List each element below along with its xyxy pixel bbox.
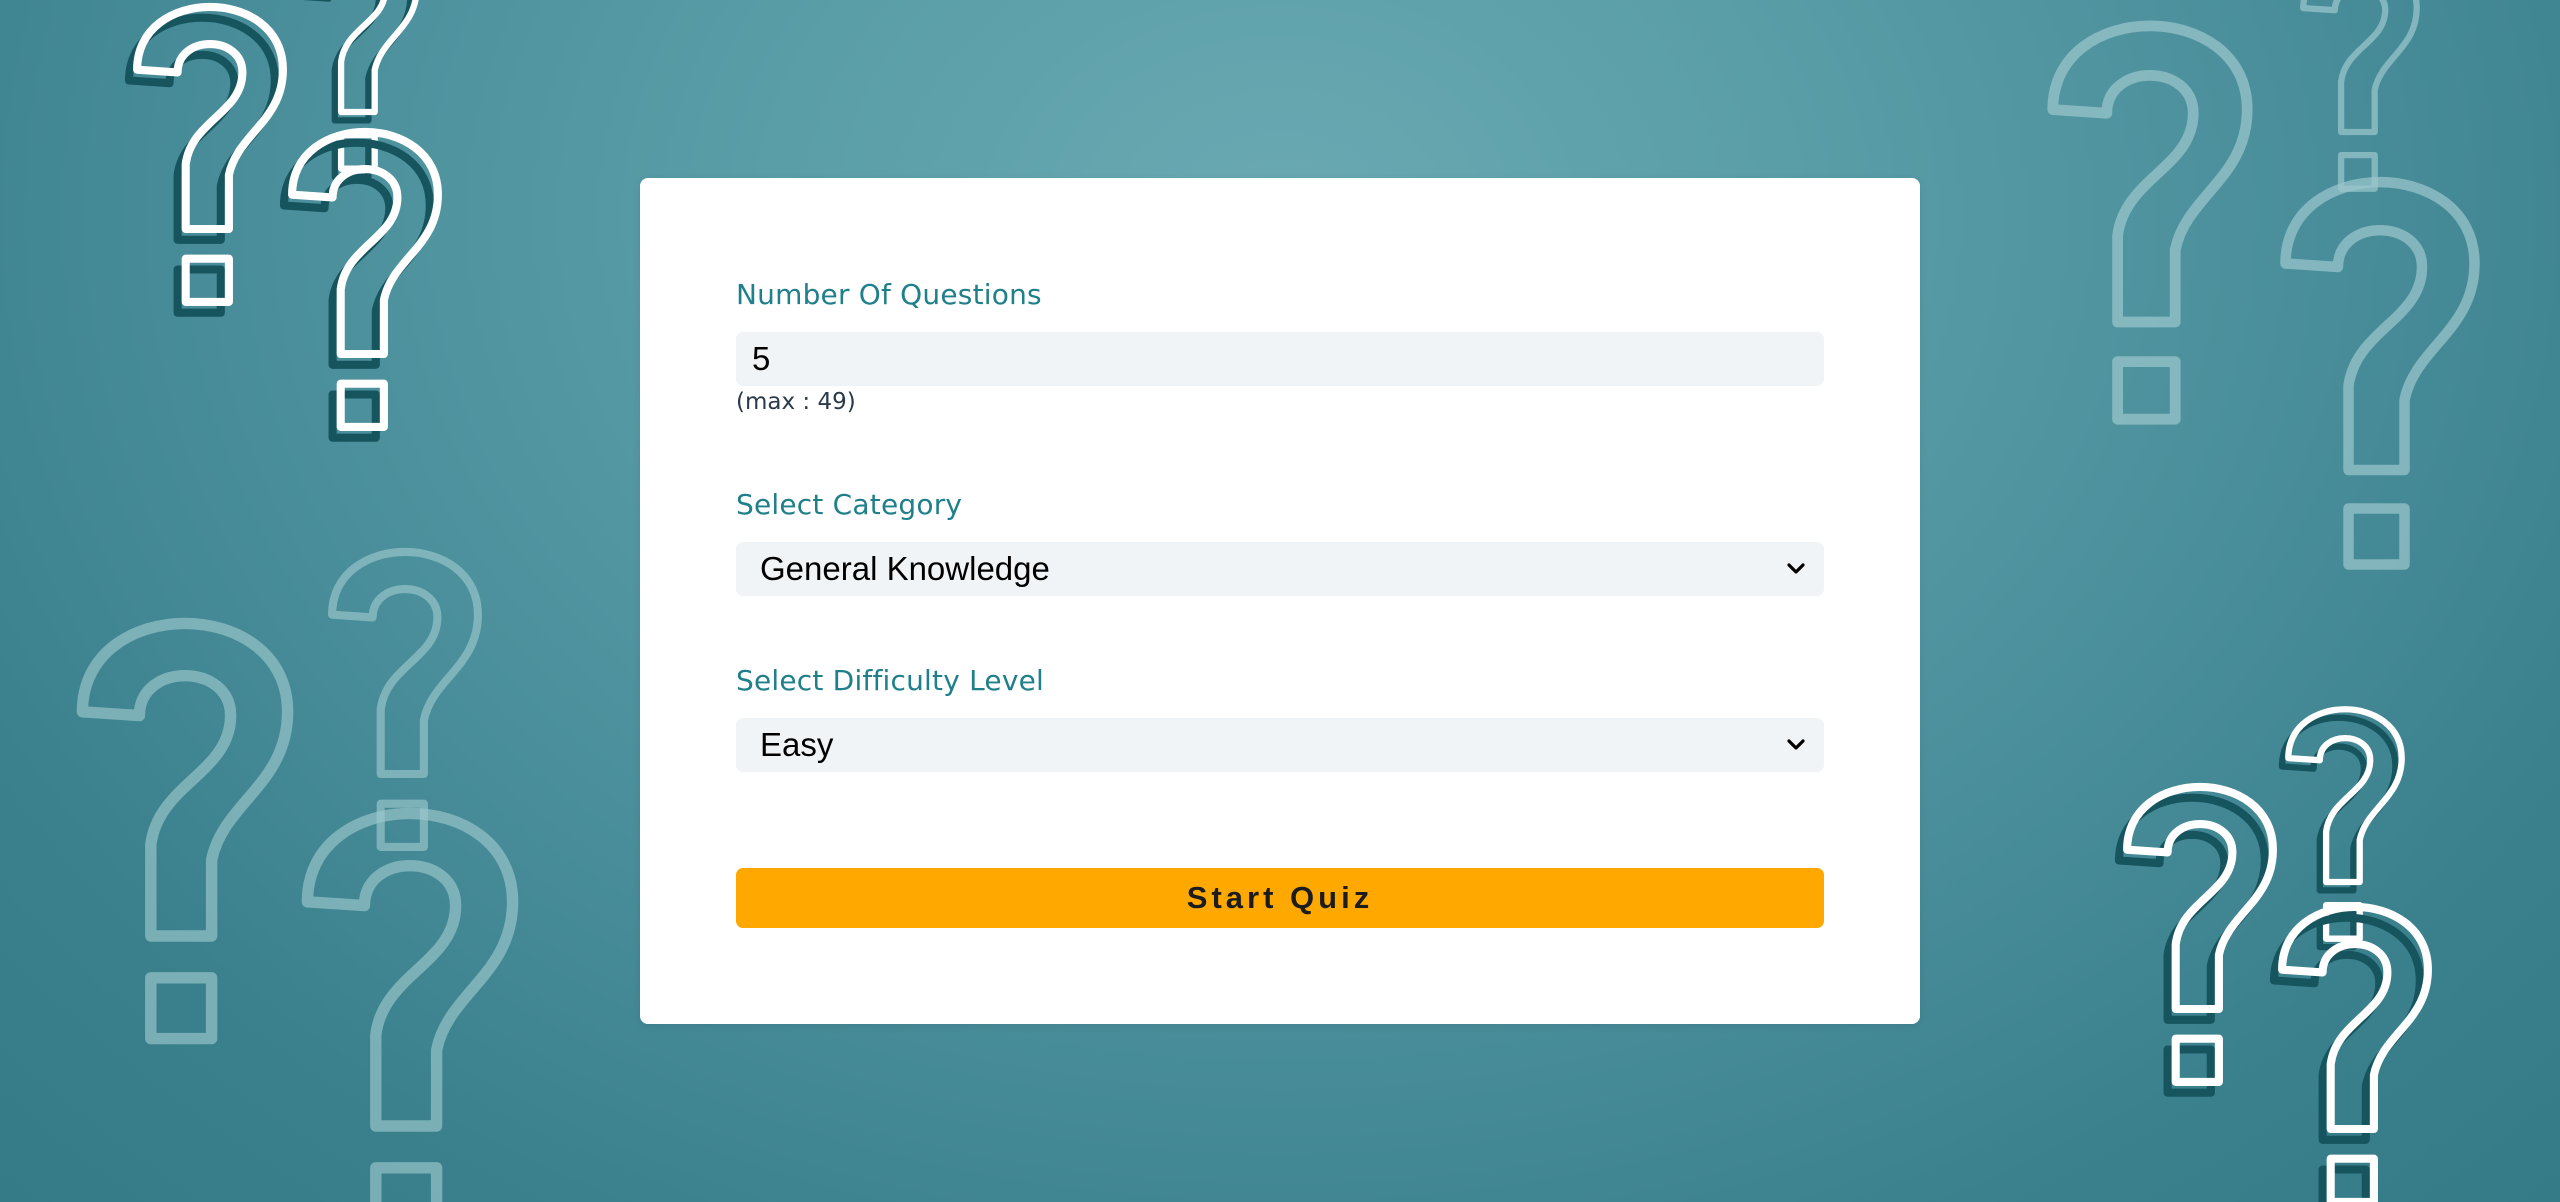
chevron-down-icon xyxy=(1787,563,1805,574)
question-mark-icon xyxy=(129,0,438,438)
question-mark-icon xyxy=(2119,709,2428,1202)
category-selected-value: General Knowledge xyxy=(760,550,1050,587)
category-label: Select Category xyxy=(736,488,963,521)
start-quiz-button[interactable]: Start Quiz xyxy=(736,868,1824,928)
question-mark-icon xyxy=(2053,0,2475,564)
difficulty-selected-value: Easy xyxy=(760,726,834,763)
quiz-settings-card: Number Of Questions 5 (max : 49) Select … xyxy=(640,178,1920,1024)
questions-max-hint: (max : 49) xyxy=(736,389,856,415)
questions-label: Number Of Questions xyxy=(736,278,1042,311)
difficulty-select[interactable]: Easy xyxy=(736,718,1824,772)
question-mark-icon xyxy=(82,552,512,1202)
questions-count-input[interactable]: 5 xyxy=(736,332,1824,386)
difficulty-label: Select Difficulty Level xyxy=(736,664,1044,697)
category-select[interactable]: General Knowledge xyxy=(736,542,1824,596)
chevron-down-icon xyxy=(1787,739,1805,750)
